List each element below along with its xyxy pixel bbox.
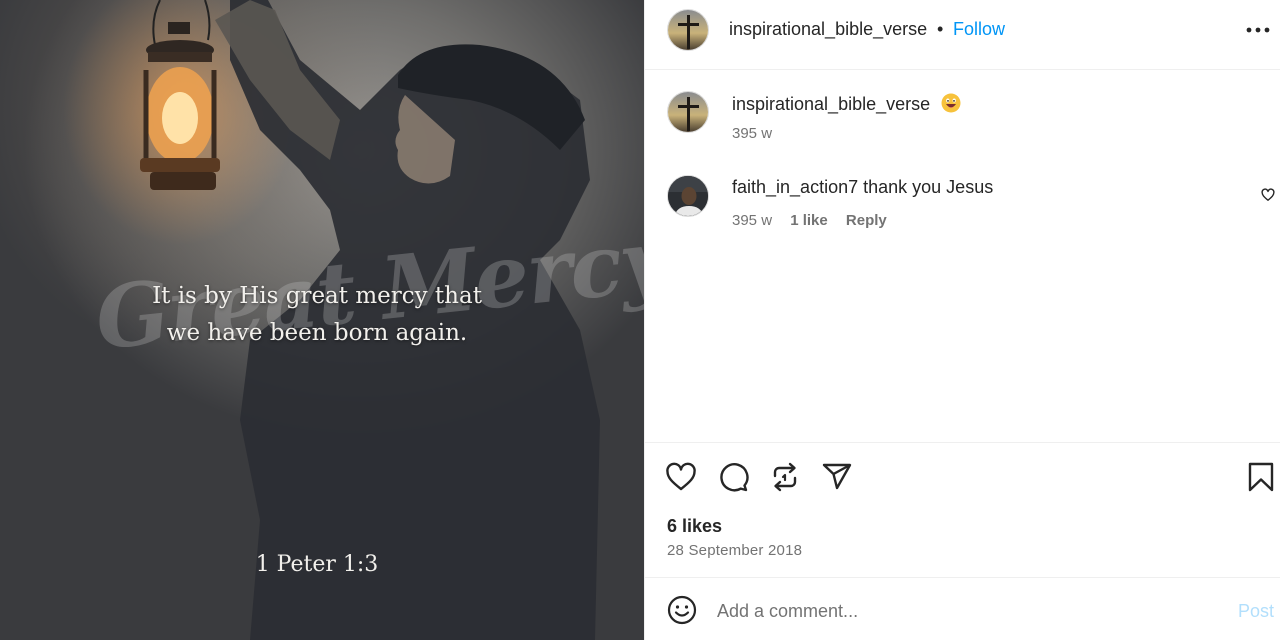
caption-username[interactable]: inspirational_bible_verse [732,94,930,115]
author-avatar[interactable] [667,9,709,51]
post-actions: 6 likes 28 September 2018 [645,442,1280,578]
share-send-icon[interactable] [821,461,853,493]
cross-sunset-avatar-icon [668,92,708,132]
follow-button[interactable]: Follow [953,19,1005,40]
separator-dot: • [937,19,944,39]
caption-timestamp[interactable]: 395 w [732,125,772,142]
add-comment-bar: Post [645,578,1280,640]
comment-timestamp[interactable]: 395 w [732,212,772,229]
author-username[interactable]: inspirational_bible_verse [729,19,927,40]
post-date[interactable]: 28 September 2018 [667,542,802,559]
cross-sunset-avatar-icon [668,10,708,50]
verse-line-2: we have been born again. [166,320,468,346]
verse-reference: 1 Peter 1:3 [255,552,379,577]
caption-avatar[interactable] [667,91,709,133]
comment-bubble-icon[interactable] [717,461,749,493]
post-image[interactable]: Great Mercy It is by His great mercy tha… [0,0,644,640]
commenter-username[interactable]: faith_in_action7 [732,177,858,197]
verse-quote: It is by His great mercy that we have be… [150,278,484,352]
grinning-face-emoji-icon [941,93,961,113]
comment-input[interactable] [717,596,1197,626]
save-bookmark-icon[interactable] [1245,461,1277,493]
emoji-picker-icon[interactable] [667,595,697,625]
comment-like-heart-icon[interactable] [1261,188,1275,202]
comment-meta: 395 w 1 like Reply [732,212,901,229]
reply-button[interactable]: Reply [846,212,887,229]
verse-line-1: It is by His great mercy that [152,283,482,309]
post-header: inspirational_bible_verse • Follow [645,0,1280,70]
more-horizontal-icon[interactable] [1245,18,1271,42]
commenter-avatar[interactable] [667,175,709,217]
comments-section: inspirational_bible_verse 395 w faith_in… [645,70,1280,442]
likes-count[interactable]: 6 likes [667,516,722,537]
post-details-panel: inspirational_bible_verse • Follow inspi… [644,0,1280,640]
repost-icon[interactable] [769,461,801,493]
lantern-graphic [140,0,220,190]
post-comment-button[interactable]: Post [1238,601,1274,622]
comment-likes-count[interactable]: 1 like [790,212,828,229]
like-heart-icon[interactable] [665,461,697,493]
person-photo-avatar-icon [668,176,708,216]
comment-text-row: faith_in_action7 thank you Jesus [732,177,993,198]
comment-body: thank you Jesus [863,177,994,197]
